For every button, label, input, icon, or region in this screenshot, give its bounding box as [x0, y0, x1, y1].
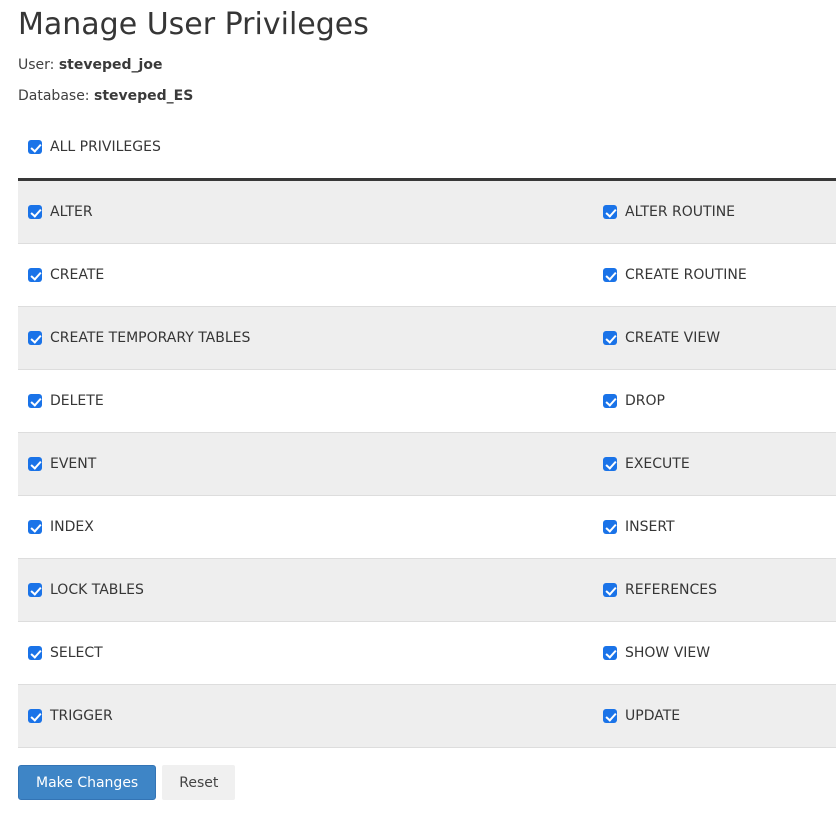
privilege-label[interactable]: ALTER ROUTINE	[625, 205, 735, 219]
all-privileges-row: ALL PRIVILEGES	[28, 140, 836, 154]
privilege-row: EVENT EXECUTE	[18, 433, 836, 496]
privilege-checkbox[interactable]	[603, 646, 617, 660]
privilege-cell-right: DROP	[593, 370, 836, 432]
privilege-label[interactable]: INDEX	[50, 520, 94, 534]
privilege-label[interactable]: CREATE VIEW	[625, 331, 720, 345]
privilege-row: CREATE TEMPORARY TABLES CREATE VIEW	[18, 307, 836, 370]
privilege-cell-right: SHOW VIEW	[593, 622, 836, 684]
privilege-label[interactable]: TRIGGER	[50, 709, 113, 723]
privilege-cell-left: EVENT	[18, 433, 593, 495]
privilege-cell-right: UPDATE	[593, 685, 836, 747]
privilege-checkbox[interactable]	[28, 457, 42, 471]
privilege-checkbox[interactable]	[28, 394, 42, 408]
reset-button[interactable]: Reset	[162, 765, 236, 800]
privilege-cell-right: CREATE ROUTINE	[593, 244, 836, 306]
privilege-cell-left: DELETE	[18, 370, 593, 432]
user-value: steveped_joe	[58, 57, 163, 73]
privilege-checkbox[interactable]	[603, 394, 617, 408]
page-header: Manage User Privileges User: steveped_jo…	[18, 8, 836, 103]
privilege-checkbox[interactable]	[603, 709, 617, 723]
privilege-row: LOCK TABLES REFERENCES	[18, 559, 836, 622]
form-actions: Make Changes Reset	[18, 765, 836, 800]
privilege-cell-left: CREATE	[18, 244, 593, 306]
privilege-cell-left: ALTER	[18, 181, 593, 243]
privilege-row: DELETE DROP	[18, 370, 836, 433]
privilege-checkbox[interactable]	[28, 520, 42, 534]
privilege-label[interactable]: DELETE	[50, 394, 104, 408]
privilege-label[interactable]: UPDATE	[625, 709, 680, 723]
page-title: Manage User Privileges	[18, 7, 369, 42]
privilege-label[interactable]: SELECT	[50, 646, 103, 660]
privilege-checkbox[interactable]	[603, 205, 617, 219]
privileges-table: ALTER ALTER ROUTINE CREATE CREATE ROUTIN…	[18, 178, 836, 748]
privilege-label[interactable]: DROP	[625, 394, 665, 408]
privilege-checkbox[interactable]	[28, 709, 42, 723]
privilege-checkbox[interactable]	[603, 583, 617, 597]
privilege-label[interactable]: LOCK TABLES	[50, 583, 144, 597]
privilege-checkbox[interactable]	[28, 205, 42, 219]
privilege-checkbox[interactable]	[603, 520, 617, 534]
all-privileges-checkbox[interactable]	[28, 140, 42, 154]
privilege-cell-left: LOCK TABLES	[18, 559, 593, 621]
privilege-checkbox[interactable]	[28, 268, 42, 282]
privilege-label[interactable]: EVENT	[50, 457, 96, 471]
privilege-label[interactable]: INSERT	[625, 520, 675, 534]
privilege-checkbox[interactable]	[603, 331, 617, 345]
privilege-row: CREATE CREATE ROUTINE	[18, 244, 836, 307]
privilege-checkbox[interactable]	[603, 268, 617, 282]
make-changes-button[interactable]: Make Changes	[18, 765, 157, 800]
privilege-row: TRIGGER UPDATE	[18, 685, 836, 748]
database-value: steveped_ES	[93, 88, 194, 104]
database-label: Database:	[18, 88, 90, 104]
privilege-cell-right: ALTER ROUTINE	[593, 181, 836, 243]
privilege-label[interactable]: CREATE	[50, 268, 104, 282]
privilege-cell-left: SELECT	[18, 622, 593, 684]
privilege-cell-left: INDEX	[18, 496, 593, 558]
user-label: User:	[18, 57, 55, 73]
all-privileges-label[interactable]: ALL PRIVILEGES	[50, 140, 161, 154]
privilege-checkbox[interactable]	[28, 646, 42, 660]
privilege-checkbox[interactable]	[603, 457, 617, 471]
user-line: User: steveped_joe	[18, 58, 836, 72]
privilege-label[interactable]: EXECUTE	[625, 457, 690, 471]
privilege-label[interactable]: CREATE TEMPORARY TABLES	[50, 331, 250, 345]
privilege-row: INDEX INSERT	[18, 496, 836, 559]
database-line: Database: steveped_ES	[18, 89, 836, 103]
privilege-cell-right: REFERENCES	[593, 559, 836, 621]
privilege-label[interactable]: ALTER	[50, 205, 93, 219]
privilege-row: ALTER ALTER ROUTINE	[18, 181, 836, 244]
privilege-cell-right: CREATE VIEW	[593, 307, 836, 369]
privilege-checkbox[interactable]	[28, 583, 42, 597]
privilege-checkbox[interactable]	[28, 331, 42, 345]
privilege-cell-right: INSERT	[593, 496, 836, 558]
privilege-label[interactable]: REFERENCES	[625, 583, 717, 597]
privilege-cell-left: CREATE TEMPORARY TABLES	[18, 307, 593, 369]
privilege-cell-left: TRIGGER	[18, 685, 593, 747]
privilege-cell-right: EXECUTE	[593, 433, 836, 495]
privilege-row: SELECT SHOW VIEW	[18, 622, 836, 685]
privilege-label[interactable]: CREATE ROUTINE	[625, 268, 747, 282]
manage-user-privileges-page: Manage User Privileges User: steveped_jo…	[0, 0, 836, 815]
privilege-label[interactable]: SHOW VIEW	[625, 646, 710, 660]
